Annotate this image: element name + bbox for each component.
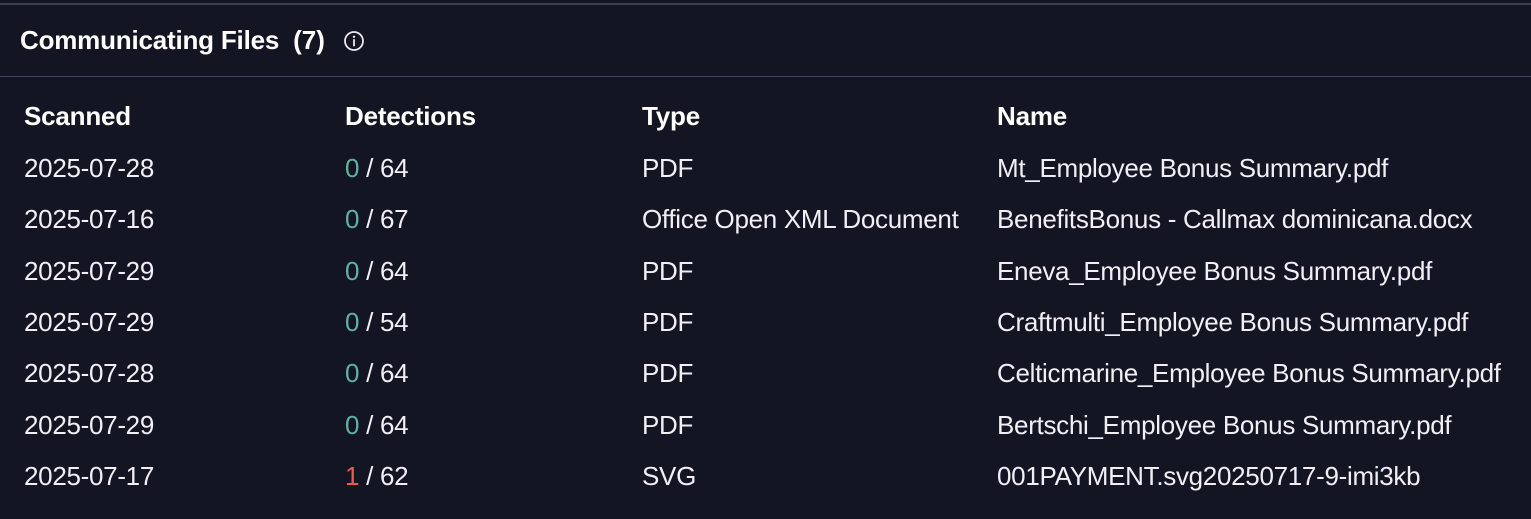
cell-file-type: PDF — [642, 307, 694, 338]
detection-count: 0 — [345, 358, 360, 389]
table-row[interactable]: 2025-07-29 0 / 54 PDF Craftmulti_Employee B… — [0, 297, 1531, 348]
cell-detections: 0 / 64 — [345, 348, 642, 399]
cell-file-type: PDF — [642, 358, 694, 389]
table-row[interactable]: 2025-07-16 0 / 67 Office Open XML Document… — [0, 194, 1531, 245]
engine-total: 64 — [379, 409, 409, 440]
cell-file-name-link[interactable]: 001PAYMENT.svg20250717-9-imi3kb — [997, 451, 1531, 502]
detection-separator: / — [359, 358, 380, 389]
detection-separator: / — [359, 409, 380, 440]
engine-total: 67 — [379, 204, 409, 235]
table-row[interactable]: 2025-07-29 0 / 64 PDF Eneva_Employee Bonus … — [0, 246, 1531, 297]
cell-detections: 0 / 64 — [345, 246, 642, 297]
cell-detections: 0 / 67 — [345, 194, 642, 245]
detection-separator: / — [359, 255, 380, 286]
cell-scanned-date: 2025-07-29 — [24, 307, 154, 338]
detection-count: 0 — [345, 409, 360, 440]
detection-separator: / — [359, 307, 380, 338]
detection-separator: / — [359, 460, 380, 491]
cell-scanned-date: 2025-07-28 — [24, 153, 154, 184]
communicating-files-table: Scanned Detections Type Name 2025-07-28 0… — [0, 89, 1531, 502]
panel-header: Communicating Files (7) — [0, 5, 1531, 77]
engine-total: 62 — [379, 460, 409, 491]
cell-file-name-link[interactable]: Craftmulti_Employee Bonus Summary.pdf — [997, 297, 1531, 348]
engine-total: 54 — [379, 307, 409, 338]
table-row[interactable]: 2025-07-28 0 / 64 PDF Mt_Employee Bonus Sum… — [0, 143, 1531, 194]
table-row[interactable]: 2025-07-29 0 / 64 PDF Bertschi_Employee Bon… — [0, 399, 1531, 450]
cell-scanned-date: 2025-07-16 — [24, 204, 154, 235]
detection-separator: / — [359, 204, 380, 235]
cell-file-type: Office Open XML Document — [642, 204, 959, 235]
table-header-row: Scanned Detections Type Name — [0, 89, 1531, 143]
cell-scanned-date: 2025-07-29 — [24, 409, 154, 440]
detection-count: 0 — [345, 307, 360, 338]
cell-scanned-date: 2025-07-29 — [24, 255, 154, 286]
info-circle-icon[interactable] — [343, 30, 365, 52]
column-header-scanned[interactable]: Scanned — [0, 89, 345, 143]
table-row[interactable]: 2025-07-17 1 / 62 SVG 001PAYMENT.svg2025071… — [0, 451, 1531, 502]
cell-file-type: SVG — [642, 460, 697, 491]
column-header-name[interactable]: Name — [997, 89, 1531, 143]
detection-count: 0 — [345, 204, 360, 235]
cell-detections: 0 / 54 — [345, 297, 642, 348]
column-header-type[interactable]: Type — [642, 89, 997, 143]
engine-total: 64 — [379, 153, 409, 184]
cell-detections: 1 / 62 — [345, 451, 642, 502]
cell-file-type: PDF — [642, 255, 694, 286]
column-header-detections[interactable]: Detections — [345, 89, 642, 143]
detection-count: 1 — [345, 460, 360, 491]
cell-file-name-link[interactable]: Celticmarine_Employee Bonus Summary.pdf — [997, 348, 1531, 399]
cell-file-type: PDF — [642, 409, 694, 440]
detection-count: 0 — [345, 255, 360, 286]
table-row[interactable]: 2025-07-28 0 / 64 PDF Celticmarine_Employee… — [0, 348, 1531, 399]
cell-scanned-date: 2025-07-28 — [24, 358, 154, 389]
cell-detections: 0 / 64 — [345, 399, 642, 450]
engine-total: 64 — [379, 255, 409, 286]
cell-scanned-date: 2025-07-17 — [24, 460, 154, 491]
cell-detections: 0 / 64 — [345, 143, 642, 194]
cell-file-name-link[interactable]: Bertschi_Employee Bonus Summary.pdf — [997, 399, 1531, 450]
file-count: (7) — [293, 25, 325, 55]
panel-title: Communicating Files — [20, 25, 280, 55]
cell-file-name-link[interactable]: BenefitsBonus - Callmax dominicana.docx — [997, 194, 1531, 245]
cell-file-name-link[interactable]: Mt_Employee Bonus Summary.pdf — [997, 143, 1531, 194]
detection-count: 0 — [345, 153, 360, 184]
detection-separator: / — [359, 153, 380, 184]
cell-file-type: PDF — [642, 153, 694, 184]
cell-file-name-link[interactable]: Eneva_Employee Bonus Summary.pdf — [997, 246, 1531, 297]
engine-total: 64 — [379, 358, 409, 389]
